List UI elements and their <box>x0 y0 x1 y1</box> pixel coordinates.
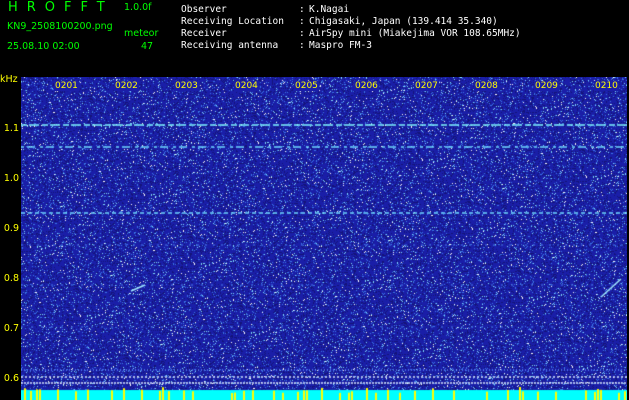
location-label: Receiving Location <box>181 16 284 27</box>
y-tick: 0.8 <box>3 273 19 284</box>
antenna-value: Maspro FM-3 <box>309 40 372 51</box>
y-tick: 1.1 <box>3 123 19 134</box>
x-tick: 0209 <box>534 81 559 91</box>
spectrogram <box>21 77 627 400</box>
y-tick: 0.7 <box>3 323 19 334</box>
version-label: 1.0.0f <box>124 2 152 13</box>
axis-unit: kHz <box>0 74 18 85</box>
x-tick: 0206 <box>354 81 379 91</box>
location-value: Chigasaki, Japan (139.414 35.340) <box>309 16 498 27</box>
x-tick: 0202 <box>114 81 139 91</box>
observer-label: Observer <box>181 4 227 15</box>
observer-value: K.Nagai <box>309 4 350 15</box>
y-tick: 1.0 <box>3 173 19 184</box>
y-tick: 0.6 <box>3 373 19 384</box>
x-tick: 0208 <box>474 81 499 91</box>
x-tick: 0205 <box>294 81 319 91</box>
filename-label: KN9_2508100200.png <box>7 21 113 32</box>
x-tick: 0201 <box>54 81 79 91</box>
timestamp-label: 25.08.10 02:00 <box>7 41 80 52</box>
app-logo: HROFFT <box>8 0 114 15</box>
meteor-count: 47 <box>141 41 154 52</box>
receiver-value: AirSpy mini (Miakejima VOR 108.65MHz) <box>309 28 521 39</box>
receiver-label: Receiver <box>181 28 227 39</box>
y-tick: 0.9 <box>3 223 19 234</box>
x-tick: 0207 <box>414 81 439 91</box>
x-tick: 0204 <box>234 81 259 91</box>
x-tick: 0210 <box>594 81 619 91</box>
antenna-label: Receiving antenna <box>181 40 279 51</box>
meteor-label: meteor <box>124 28 159 39</box>
x-tick: 0203 <box>174 81 199 91</box>
spectrogram-canvas <box>21 77 627 400</box>
